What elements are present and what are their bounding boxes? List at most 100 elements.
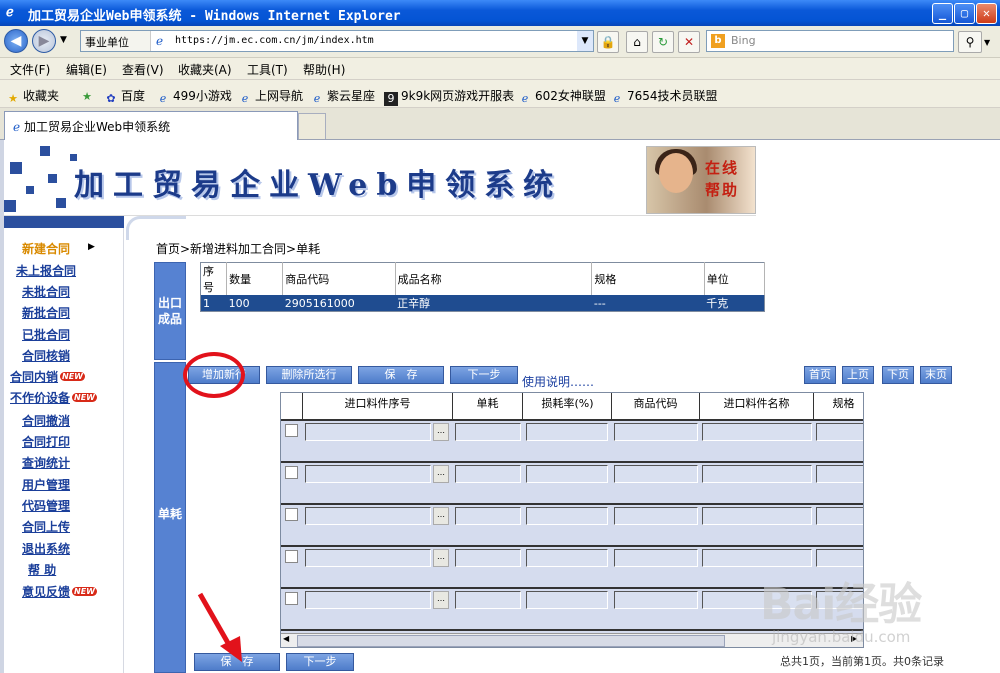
fav-daohang[interactable]: ℯ 上网导航 — [238, 87, 303, 106]
grid-input-cell[interactable] — [614, 549, 698, 567]
sidebar-item[interactable]: 合同核销 — [22, 347, 70, 364]
sidebar-item[interactable]: 代码管理 — [22, 497, 70, 514]
grid-input-cell[interactable] — [305, 507, 431, 525]
delete-selected-button[interactable]: 删除所选行 — [266, 366, 352, 384]
next-step-button[interactable]: 下一步 — [450, 366, 518, 384]
grid-input-cell[interactable] — [455, 423, 521, 441]
row-checkbox[interactable] — [285, 424, 298, 437]
sidebar-item[interactable]: 未批合同 — [22, 283, 70, 300]
refresh-icon[interactable]: ↻ — [652, 31, 674, 53]
last-page-button[interactable]: 末页 — [920, 366, 952, 384]
grid-input-cell[interactable] — [702, 549, 812, 567]
back-icon[interactable]: ◀ — [4, 29, 28, 53]
new-tab-button[interactable] — [298, 113, 326, 139]
grid-input-cell[interactable] — [614, 465, 698, 483]
forward-icon[interactable]: ▶ — [32, 29, 56, 53]
url-text[interactable]: https://jm.ec.com.cn/jm/index.htm — [175, 35, 374, 46]
row-checkbox[interactable] — [285, 550, 298, 563]
grid-input-cell[interactable] — [702, 465, 812, 483]
first-page-button[interactable]: 首页 — [804, 366, 836, 384]
fav-499[interactable]: ℯ 499小游戏 — [156, 87, 232, 106]
grid-input-cell[interactable] — [455, 465, 521, 483]
close-button[interactable]: ✕ — [976, 3, 997, 24]
sidebar-item[interactable]: 合同内销 NEW — [10, 368, 85, 385]
fav-ziyun[interactable]: ℯ 紫云星座 — [310, 87, 375, 106]
row-checkbox[interactable] — [285, 508, 298, 521]
fav-9k9k[interactable]: 9 9k9k网页游戏开服表 — [384, 87, 514, 106]
sidebar-item[interactable]: 用户管理 — [22, 476, 70, 493]
picker-icon[interactable]: … — [433, 591, 449, 609]
picker-icon[interactable]: … — [433, 465, 449, 483]
menu-view[interactable]: 查看(V) — [122, 61, 164, 78]
search-box[interactable]: b Bing — [706, 30, 954, 52]
grid-input-cell[interactable] — [526, 423, 608, 441]
lock-icon[interactable]: 🔒 — [597, 31, 619, 53]
address-dropdown-icon[interactable]: ▼ — [577, 31, 593, 51]
picker-icon[interactable]: … — [433, 507, 449, 525]
grid-input-cell[interactable] — [526, 591, 608, 609]
address-field[interactable]: 事业单位 ℯ https://jm.ec.com.cn/jm/index.htm… — [80, 30, 594, 52]
menu-tools[interactable]: 工具(T) — [247, 61, 288, 78]
grid-input-cell[interactable] — [455, 507, 521, 525]
tab-active[interactable]: ℯ 加工贸易企业Web申领系统 — [4, 111, 298, 140]
menu-file[interactable]: 文件(F) — [10, 61, 50, 78]
sidebar-item[interactable]: 合同撤消 — [22, 412, 70, 429]
menu-help[interactable]: 帮助(H) — [303, 61, 345, 78]
sidebar-item[interactable]: 查询统计 — [22, 454, 70, 471]
minimize-button[interactable]: _ — [932, 3, 953, 24]
sidebar-item[interactable]: 新批合同 — [22, 304, 70, 321]
history-dropdown-icon[interactable]: ▼ — [60, 35, 67, 45]
add-favorite-icon[interactable]: ★ — [80, 87, 97, 104]
menu-favorites[interactable]: 收藏夹(A) — [178, 61, 232, 78]
sidebar-item[interactable]: 合同打印 — [22, 433, 70, 450]
favorites-button[interactable]: ★ 收藏夹 — [6, 87, 59, 106]
online-help-image[interactable]: 在线 帮助 — [646, 146, 756, 214]
grid-input-cell[interactable] — [816, 465, 863, 483]
scroll-thumb[interactable] — [297, 635, 725, 647]
prev-page-button[interactable]: 上页 — [842, 366, 874, 384]
zone-segment[interactable]: 事业单位 — [81, 31, 151, 51]
sidebar-item[interactable]: 退出系统 — [22, 540, 70, 557]
sidebar-item[interactable]: 帮 助 — [28, 561, 56, 578]
row-checkbox[interactable] — [285, 466, 298, 479]
next-page-button[interactable]: 下页 — [882, 366, 914, 384]
fav-602[interactable]: ℯ 602女神联盟 — [518, 87, 606, 106]
usage-instructions-link[interactable]: 使用说明…… — [522, 373, 594, 390]
fav-7654[interactable]: ℯ 7654技术员联盟 — [610, 87, 718, 106]
grid-input-cell[interactable] — [702, 507, 812, 525]
grid-input-cell[interactable] — [305, 423, 431, 441]
picker-icon[interactable]: … — [433, 549, 449, 567]
menu-edit[interactable]: 编辑(E) — [66, 61, 107, 78]
grid-input-cell[interactable] — [526, 549, 608, 567]
grid-input-cell[interactable] — [455, 549, 521, 567]
search-icon[interactable]: ⚲ — [958, 31, 982, 53]
scroll-left-icon[interactable]: ◀ — [283, 634, 289, 643]
sidebar-item[interactable]: 新建合同 — [22, 240, 70, 257]
sidebar-item[interactable]: 未上报合同 — [16, 262, 76, 279]
stop-icon[interactable]: ✕ — [678, 31, 700, 53]
row-checkbox[interactable] — [285, 592, 298, 605]
search-dropdown-icon[interactable]: ▼ — [984, 38, 990, 47]
grid-input-cell[interactable] — [305, 465, 431, 483]
fav-baidu[interactable]: ✿ 百度 — [104, 87, 145, 106]
product-table-row[interactable]: 1 100 2905161000 正辛醇 --- 千克 — [200, 295, 765, 312]
grid-input-cell[interactable] — [816, 549, 863, 567]
grid-input-cell[interactable] — [455, 591, 521, 609]
grid-input-cell[interactable] — [816, 507, 863, 525]
grid-input-cell[interactable] — [614, 423, 698, 441]
grid-input-cell[interactable] — [702, 423, 812, 441]
sidebar-item[interactable]: 意见反馈 NEW — [22, 583, 97, 600]
grid-input-cell[interactable] — [526, 507, 608, 525]
picker-icon[interactable]: … — [433, 423, 449, 441]
compat-view-icon[interactable]: ⌂ — [626, 31, 648, 53]
grid-input-cell[interactable] — [614, 591, 698, 609]
grid-input-cell[interactable] — [305, 549, 431, 567]
grid-input-cell[interactable] — [614, 507, 698, 525]
save-button[interactable]: 保 存 — [358, 366, 444, 384]
sidebar-item[interactable]: 合同上传 — [22, 518, 70, 535]
grid-input-cell[interactable] — [816, 423, 863, 441]
bottom-next-step-button[interactable]: 下一步 — [286, 653, 354, 671]
sidebar-item[interactable]: 不作价设备 NEW — [10, 389, 97, 406]
sidebar-item[interactable]: 已批合同 — [22, 326, 70, 343]
grid-input-cell[interactable] — [305, 591, 431, 609]
